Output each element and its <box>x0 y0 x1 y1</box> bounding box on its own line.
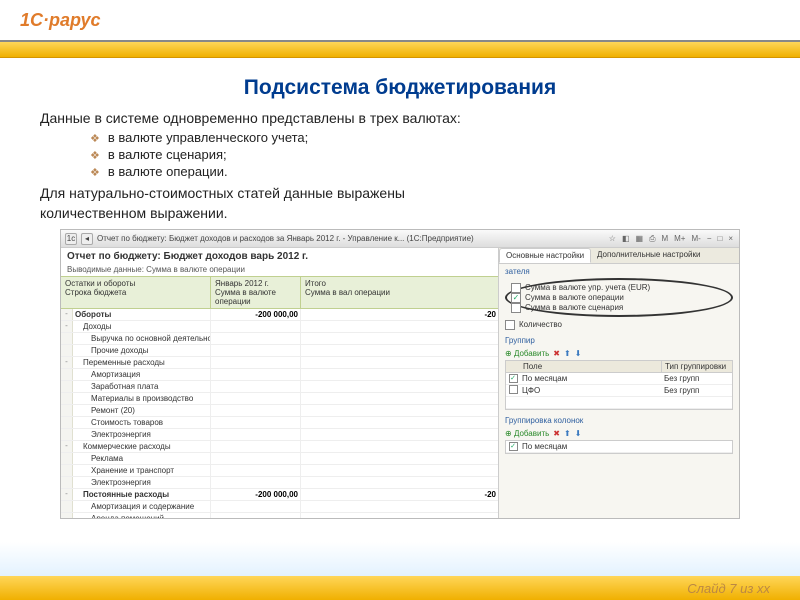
tab-additional-settings[interactable]: Дополнительные настройки <box>591 248 706 263</box>
paragraph-2b: количественном выражении. <box>40 205 760 221</box>
table-row[interactable]: Стоимость товаров <box>61 417 498 429</box>
group-cols-section: Группировка колонок ⊕ Добавить ✖ ⬆ ⬇ ✓ П… <box>499 413 739 457</box>
group-row[interactable]: ЦФО Без групп <box>506 385 732 397</box>
window-title: Отчет по бюджету: Бюджет доходов и расхо… <box>97 234 603 243</box>
group-cols-toolbar: ⊕ Добавить ✖ ⬆ ⬇ <box>505 427 733 440</box>
move-down-button[interactable]: ⬇ <box>575 349 582 358</box>
check-currency-operation[interactable]: ✓Сумма в валюте операции <box>511 293 727 302</box>
bullet-item: в валюте управленческого учета; <box>90 130 760 145</box>
table-row[interactable]: Заработная плата <box>61 381 498 393</box>
table-row[interactable]: Прочие доходы <box>61 345 498 357</box>
orange-divider <box>0 42 800 58</box>
move-down-button[interactable]: ⬇ <box>575 429 582 438</box>
logo-main: 1С·рарус <box>20 10 101 30</box>
group-rows-toolbar: ⊕ Добавить ✖ ⬆ ⬇ <box>505 347 733 360</box>
indicators-section: зателя Сумма в валюте упр. учета (EUR) ✓… <box>499 264 739 333</box>
grid-col-2: Январь 2012 г. Сумма в валюте операции <box>211 277 301 308</box>
grp-col-type: Тип группировки <box>662 361 732 372</box>
group-cols-label: Группировка колонок <box>505 416 733 425</box>
bullet-item: в валюте сценария; <box>90 147 760 162</box>
layout-icon[interactable]: ◧ <box>620 234 632 244</box>
m-minus-button[interactable]: M- <box>689 234 702 244</box>
intro-text: Данные в системе одновременно представле… <box>40 110 760 126</box>
app-icon: 1c <box>65 233 77 245</box>
table-row[interactable]: Электроэнергия <box>61 477 498 489</box>
report-pane: Отчет по бюджету: Бюджет доходов варь 20… <box>61 248 499 518</box>
group-row[interactable]: ✓ По месяцам Без групп <box>506 373 732 385</box>
group-rows-section: Группир ⊕ Добавить ✖ ⬆ ⬇ Поле Тип группи… <box>499 333 739 413</box>
tab-main-settings[interactable]: Основные настройки <box>499 248 591 263</box>
table-row[interactable]: -Переменные расходы <box>61 357 498 369</box>
settings-pane: Основные настройки Дополнительные настро… <box>499 248 739 518</box>
m-plus-button[interactable]: M+ <box>672 234 687 244</box>
fav-icon[interactable]: ☆ <box>607 234 618 244</box>
settings-tabs: Основные настройки Дополнительные настро… <box>499 248 739 264</box>
grp-col-field: Поле <box>520 361 662 372</box>
minimize-icon[interactable]: − <box>705 234 714 244</box>
group-rows-label: Группир <box>505 336 733 345</box>
report-title: Отчет по бюджету: Бюджет доходов варь 20… <box>61 248 498 265</box>
table-row[interactable]: -Доходы <box>61 321 498 333</box>
currency-annotation: Сумма в валюте упр. учета (EUR) ✓Сумма в… <box>505 278 733 317</box>
table-row[interactable]: Хранение и транспорт <box>61 465 498 477</box>
grid-col-3: Итого Сумма в вал операции <box>301 277 498 308</box>
group-rows-table: Поле Тип группировки ✓ По месяцам Без гр… <box>505 360 733 410</box>
check-currency-eur[interactable]: Сумма в валюте упр. учета (EUR) <box>511 283 727 292</box>
maximize-icon[interactable]: □ <box>715 234 724 244</box>
slide-content: Подсистема бюджетирования Данные в систе… <box>0 58 800 519</box>
bullet-item: в валюте операции. <box>90 164 760 179</box>
table-row[interactable]: Материалы в производство <box>61 393 498 405</box>
check-quantity[interactable]: Количество <box>505 320 733 329</box>
table-row[interactable]: Аренда помещений <box>61 513 498 518</box>
table-row[interactable]: -Коммерческие расходы <box>61 441 498 453</box>
table-row[interactable]: Ремонт (20) <box>61 405 498 417</box>
group-cols-table: ✓ По месяцам <box>505 440 733 454</box>
logo: 1С·рарус <box>20 10 101 31</box>
window-controls: ☆ ◧ ▦ ⎙ M M+ M- − □ × <box>607 234 735 244</box>
check-currency-scenario[interactable]: Сумма в валюте сценария <box>511 303 727 312</box>
table-row[interactable]: -Постоянные расходы-200 000,00-20 <box>61 489 498 501</box>
window-titlebar[interactable]: 1c ◂ Отчет по бюджету: Бюджет доходов и … <box>61 230 739 248</box>
table-row[interactable]: Амортизация <box>61 369 498 381</box>
grid-icon[interactable]: ▦ <box>634 234 646 244</box>
grid-col-1: Остатки и обороты Строка бюджета <box>61 277 211 308</box>
table-row[interactable]: Амортизация и содержание <box>61 501 498 513</box>
indicators-label: зателя <box>505 267 733 276</box>
table-row[interactable]: -Обороты-200 000,00-20 <box>61 309 498 321</box>
header-bar: 1С·рарус <box>0 0 800 42</box>
nav-back-icon[interactable]: ◂ <box>81 233 93 245</box>
slide-counter: Слайд 7 из хх <box>687 581 770 596</box>
table-row[interactable]: Реклама <box>61 453 498 465</box>
print-icon[interactable]: ⎙ <box>647 234 657 244</box>
move-up-button[interactable]: ⬆ <box>564 349 571 358</box>
page-title: Подсистема бюджетирования <box>40 76 760 100</box>
table-row[interactable]: Выручка по основной деятельности <box>61 333 498 345</box>
grid-header: Остатки и обороты Строка бюджета Январь … <box>61 276 498 309</box>
window-body: Отчет по бюджету: Бюджет доходов варь 20… <box>61 248 739 518</box>
table-row[interactable]: Электроэнергия <box>61 429 498 441</box>
bullet-list: в валюте управленческого учета; в валюте… <box>90 130 760 179</box>
group-row[interactable]: ✓ По месяцам <box>506 441 732 453</box>
m-button[interactable]: M <box>659 234 670 244</box>
footer-bar: Слайд 7 из хх <box>0 576 800 600</box>
app-window: 1c ◂ Отчет по бюджету: Бюджет доходов и … <box>60 229 740 519</box>
grid-body[interactable]: -Обороты-200 000,00-20-ДоходыВыручка по … <box>61 309 498 518</box>
delete-button[interactable]: ✖ <box>553 349 560 358</box>
move-up-button[interactable]: ⬆ <box>564 429 571 438</box>
add-button[interactable]: ⊕ Добавить <box>505 429 549 438</box>
close-icon[interactable]: × <box>726 234 735 244</box>
paragraph-2a: Для натурально-стоимостных статей данные… <box>40 185 760 201</box>
add-button[interactable]: ⊕ Добавить <box>505 349 549 358</box>
delete-button[interactable]: ✖ <box>553 429 560 438</box>
report-subtitle: Выводимые данные: Сумма в валюте операци… <box>61 265 498 276</box>
